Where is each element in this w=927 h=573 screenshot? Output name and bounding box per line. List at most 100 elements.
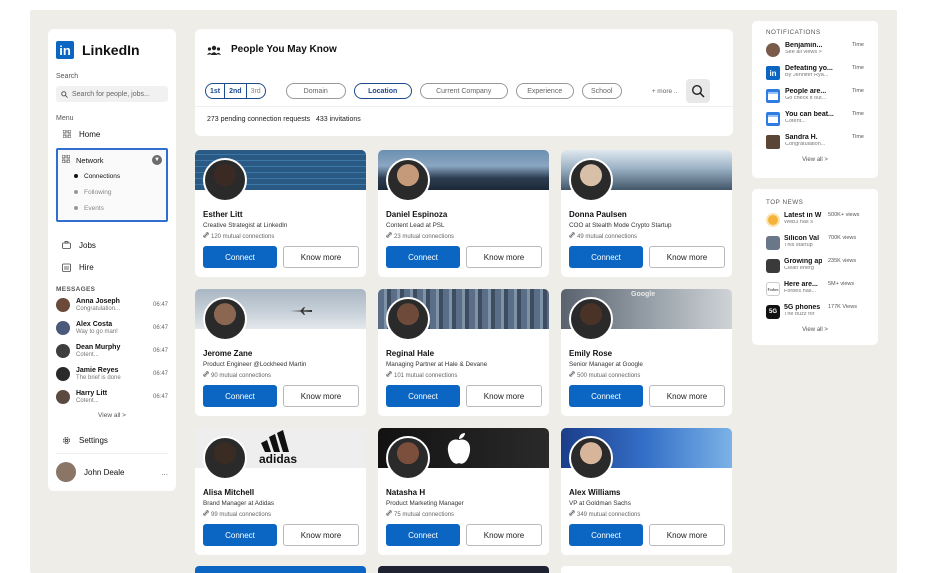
avatar [56,367,70,381]
messages-view-all-link[interactable]: View all > [56,412,168,419]
notification-item[interactable]: Sandra H. Congratulation... Time [766,134,864,151]
avatar[interactable] [203,436,247,480]
filter-domain[interactable]: Domain [285,83,346,99]
person-name[interactable]: Emily Rose [569,349,612,358]
news-item[interactable]: Growing ap Clean energ 235K views [766,258,864,275]
news-title: Here are... [784,281,818,288]
degree-2nd[interactable]: 2nd [224,84,245,98]
sidebar-item-network[interactable]: Network ▼ [61,152,162,168]
notification-item[interactable]: Benjamin... See all views > Time [766,42,864,59]
connect-button[interactable]: Connect [386,385,460,407]
know-more-button[interactable]: Know more [649,246,725,268]
link-icon [203,371,209,377]
connect-button[interactable]: Connect [203,246,277,268]
notifications-view-all-link[interactable]: View all > [766,157,864,163]
invitations-count[interactable]: 433 invitations [316,116,361,123]
notifications-panel: NOTIFICATIONS Benjamin... See all views >… [752,21,878,178]
sidebar-item-hire[interactable]: Hire [56,258,168,276]
message-item[interactable]: Anna Joseph Congratulation... 06:47 [56,294,168,316]
avatar[interactable] [569,436,613,480]
pending-requests[interactable]: 273 pending connection requests [207,116,310,123]
person-name[interactable]: Jerome Zane [203,349,252,358]
sidebar-item-label: Home [79,129,101,139]
sidebar-subitem-connections[interactable]: Connections [62,168,162,184]
person-role: Managing Partner at Hale & Devane [386,361,488,368]
chevron-down-icon[interactable]: ▼ [152,155,162,165]
connect-button[interactable]: Connect [203,524,277,546]
news-item[interactable]: Forbes Here are... Forbes has... 5M+ view… [766,281,864,298]
connect-button[interactable]: Connect [569,385,643,407]
know-more-button[interactable]: Know more [466,385,542,407]
person-name[interactable]: Alisa Mitchell [203,488,254,497]
know-more-button[interactable]: Know more [649,385,725,407]
message-preview: Cotent... [76,398,99,404]
filter-school[interactable]: School [581,83,622,99]
know-more-button[interactable]: Know more [466,246,542,268]
sidebar-item-label: Network [76,155,104,165]
notification-item[interactable]: People are... Go check it out... Time [766,88,864,105]
forbes-logo-icon: Forbes [766,282,780,296]
know-more-button[interactable]: Know more [649,524,725,546]
person-name[interactable]: Esther Litt [203,210,243,219]
news-item[interactable]: Latest in W Web3 has s 500K+ views [766,212,864,229]
know-more-button[interactable]: Know more [283,524,359,546]
search-input[interactable]: Search for people, jobs... [56,86,168,102]
mutual-count: 101 mutual connections [394,373,458,379]
mutual-count: 99 mutual connections [211,512,272,518]
avatar[interactable] [386,436,430,480]
person-name[interactable]: Donna Paulsen [569,210,627,219]
avatar[interactable] [569,297,613,341]
current-user[interactable]: John Deale ... [56,453,168,482]
notification-sub: Congratulation... [785,142,826,147]
news-item[interactable]: Silicon Val This startup 700K views [766,235,864,252]
avatar[interactable] [386,297,430,341]
message-item[interactable]: Dean Murphy Cotent... 06:47 [56,340,168,362]
more-options-icon[interactable]: ... [161,468,168,477]
mutual-connections: 101 mutual connections [386,371,457,379]
message-item[interactable]: Harry Litt Cotent... 06:47 [56,386,168,408]
news-view-all-link[interactable]: View all > [766,327,864,333]
notification-item[interactable]: You can beat... Cotent... Time [766,111,864,128]
sidebar-item-jobs[interactable]: Jobs [56,236,168,254]
degree-3rd[interactable]: 3rd [245,84,265,98]
grid-icon [61,154,71,165]
avatar[interactable] [203,297,247,341]
connect-button[interactable]: Connect [386,524,460,546]
connect-button[interactable]: Connect [569,246,643,268]
message-item[interactable]: Jamie Reyes The brief is done 06:47 [56,363,168,385]
filter-location[interactable]: Location [353,83,412,99]
person-name[interactable]: Daniel Espinoza [386,210,447,219]
search-button[interactable] [685,79,710,103]
know-more-button[interactable]: Know more [283,385,359,407]
connect-button[interactable]: Connect [203,385,277,407]
connect-button[interactable]: Connect [386,246,460,268]
settings-button[interactable]: Settings [56,436,168,445]
newsletter-icon [766,89,780,103]
link-icon [386,232,392,238]
connect-button[interactable]: Connect [569,524,643,546]
sidebar-subitem-events[interactable]: Events [62,200,162,216]
brand[interactable]: in LinkedIn [56,39,168,61]
person-name[interactable]: Natasha H [386,488,425,497]
message-time: 06:47 [152,325,168,331]
person-card: Alex Williams VP at Goldman Sachs 349 mutu… [561,428,732,555]
person-name[interactable]: Reginal Hale [386,349,434,358]
know-more-button[interactable]: Know more [466,524,542,546]
filter-current-company[interactable]: Current Company [419,83,508,99]
degree-1st[interactable]: 1st [206,84,224,98]
notification-item[interactable]: in Defeating yo... By Jennifer Rya... Tim… [766,65,864,82]
sidebar-subitem-following[interactable]: Following [62,184,162,200]
avatar[interactable] [569,158,613,202]
avatar[interactable] [386,158,430,202]
message-item[interactable]: Alex Costa Way to go man! 06:47 [56,317,168,339]
mutual-connections: 500 mutual connections [569,371,640,379]
more-filters-link[interactable]: + more .. [652,88,678,95]
network-section: Network ▼ Connections Following Events [56,148,168,222]
person-name[interactable]: Alex Williams [569,488,621,497]
filter-experience[interactable]: Experience [515,83,574,99]
news-title: 5G phones [784,304,821,311]
avatar[interactable] [203,158,247,202]
sidebar-item-home[interactable]: Home [56,125,168,143]
know-more-button[interactable]: Know more [283,246,359,268]
news-item[interactable]: 5G 5G phones The buzz for 177K Views [766,304,864,321]
